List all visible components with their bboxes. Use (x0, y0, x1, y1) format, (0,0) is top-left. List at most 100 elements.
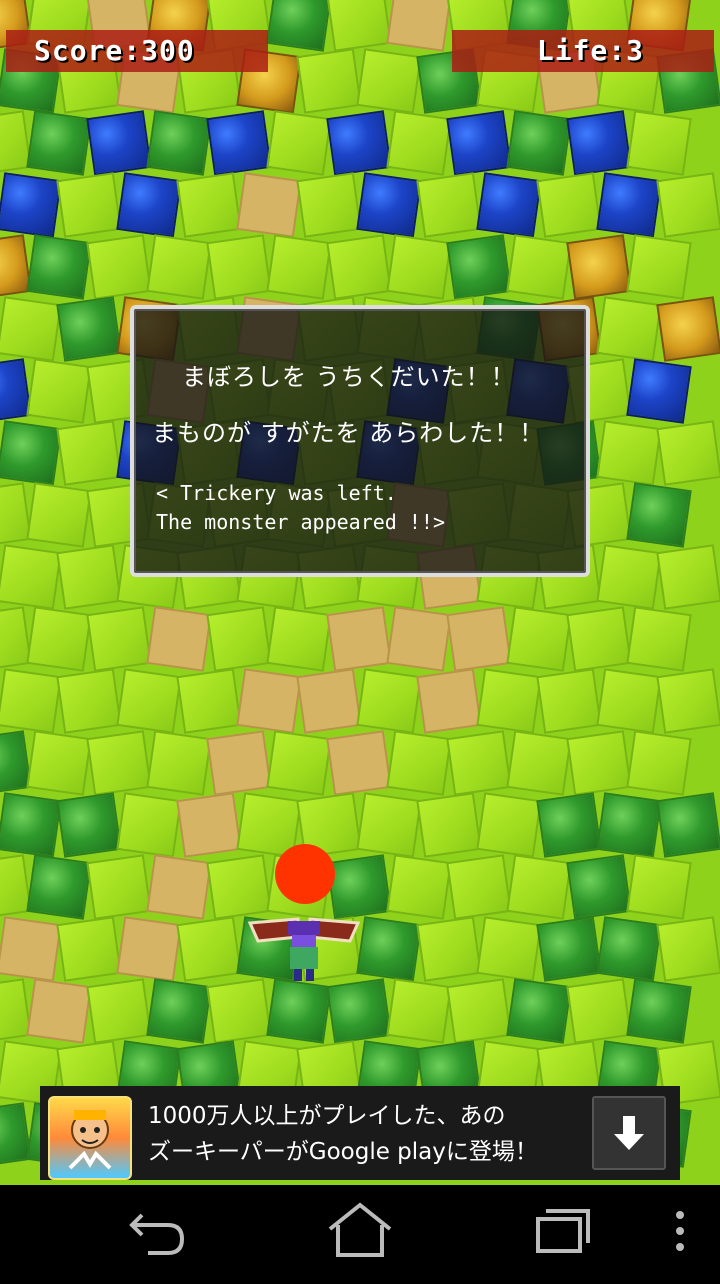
map-tile (386, 234, 452, 300)
map-tile (26, 606, 92, 672)
ad-line-1: 1000万人以上がプレイした、あの (148, 1103, 506, 1129)
map-tile (386, 978, 452, 1044)
map-tile (266, 234, 332, 300)
map-tile (416, 916, 482, 982)
map-tile (656, 172, 720, 238)
map-tile (0, 668, 62, 734)
map-tile (356, 172, 422, 238)
map-tile (356, 48, 422, 114)
map-tile (626, 730, 692, 796)
home-button[interactable] (300, 1185, 420, 1280)
map-tile (326, 234, 392, 300)
map-tile (236, 668, 302, 734)
map-tile (206, 730, 272, 796)
map-tile (206, 606, 272, 672)
zookeeper-app-icon[interactable] (48, 1096, 132, 1180)
map-tile (596, 792, 662, 858)
home-icon (328, 1202, 392, 1257)
recent-apps-button[interactable] (500, 1185, 620, 1280)
map-tile (386, 606, 452, 672)
map-tile (326, 0, 392, 52)
map-tile (596, 668, 662, 734)
map-tile (206, 854, 272, 920)
map-tile (0, 172, 62, 238)
map-tile (296, 48, 362, 114)
map-tile (476, 792, 542, 858)
map-tile (356, 668, 422, 734)
map-tile (56, 172, 122, 238)
download-button[interactable] (592, 1096, 666, 1170)
map-tile (86, 110, 152, 176)
map-tile (116, 668, 182, 734)
map-tile (506, 978, 572, 1044)
map-tile (26, 358, 92, 424)
map-tile (356, 916, 422, 982)
map-tile (326, 606, 392, 672)
map-tile (536, 916, 602, 982)
map-tile (176, 668, 242, 734)
map-tile (146, 606, 212, 672)
dialog-line-3: < Trickery was left. (156, 481, 397, 505)
map-tile (0, 544, 62, 610)
ad-banner[interactable]: 1000万人以上がプレイした、あの ズーキーパーがGoogle playに登場！ (40, 1086, 680, 1180)
map-tile (26, 482, 92, 548)
map-tile (566, 606, 632, 672)
map-tile (446, 606, 512, 672)
map-tile (56, 668, 122, 734)
map-tile (116, 172, 182, 238)
map-tile (26, 234, 92, 300)
map-tile (56, 544, 122, 610)
map-tile (86, 854, 152, 920)
map-tile (326, 730, 392, 796)
dialog-line-2: まものが すがたを あらわした！！ (152, 419, 545, 447)
map-tile (656, 916, 720, 982)
dialog-line-1: まぼろしを うちくだいた！！ (182, 363, 516, 391)
map-tile (626, 482, 692, 548)
player-character (248, 917, 360, 981)
map-tile (416, 172, 482, 238)
map-tile (536, 668, 602, 734)
back-button[interactable] (100, 1185, 220, 1280)
map-tile (146, 978, 212, 1044)
map-tile (596, 916, 662, 982)
map-tile (176, 172, 242, 238)
map-tile (0, 916, 62, 982)
overflow-menu-icon (676, 1211, 684, 1251)
overflow-menu-button[interactable] (640, 1185, 720, 1280)
map-tile (506, 606, 572, 672)
map-tile (116, 792, 182, 858)
map-tile (386, 854, 452, 920)
dialog-line-4: The monster appeared !!> (156, 510, 445, 534)
map-tile (146, 234, 212, 300)
map-tile (656, 420, 720, 486)
map-tile (176, 916, 242, 982)
map-tile (596, 296, 662, 362)
map-tile (266, 0, 332, 52)
map-tile (146, 730, 212, 796)
leg-icon (306, 969, 314, 981)
map-tile (626, 358, 692, 424)
game-field[interactable] (0, 0, 720, 1185)
map-tile (566, 854, 632, 920)
map-tile (326, 854, 392, 920)
map-tile (476, 668, 542, 734)
map-tile (0, 420, 62, 486)
ad-text[interactable]: 1000万人以上がプレイした、あの ズーキーパーがGoogle playに登場！ (148, 1098, 578, 1170)
map-tile (506, 110, 572, 176)
map-tile (326, 978, 392, 1044)
map-tile (56, 296, 122, 362)
message-dialog[interactable]: まぼろしを うちくだいた！！ まものが すがたを あらわした！！ < Trick… (130, 305, 590, 577)
map-tile (626, 606, 692, 672)
score-display: Score:300 (6, 30, 268, 72)
map-tile (476, 172, 542, 238)
map-tile (116, 916, 182, 982)
map-tile (566, 730, 632, 796)
map-tile (626, 234, 692, 300)
map-tile (176, 792, 242, 858)
map-tile (446, 110, 512, 176)
map-tile (26, 854, 92, 920)
head-icon (292, 935, 316, 947)
map-tile (656, 544, 720, 610)
map-tile (596, 544, 662, 610)
map-tile (266, 110, 332, 176)
